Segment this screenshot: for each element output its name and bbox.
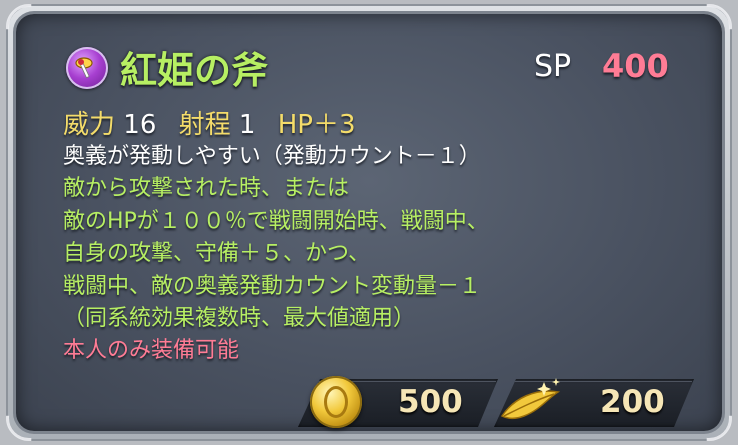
skill-title: 紅姫の斧 xyxy=(120,49,268,92)
description-line: 敵から攻撃された時、または xyxy=(63,176,350,202)
coin-cost-value: 500 xyxy=(398,384,463,420)
range-label: 射程 xyxy=(178,110,231,140)
gold-coin-icon xyxy=(310,376,362,428)
description-line: 戦闘中、敵の奥義発動カウント変動量－１ xyxy=(63,273,482,299)
skill-info-card: 紅姫の斧 SP 400 威力 16 射程 1 HP＋3 奥義が発動しやすい（発動… xyxy=(0,0,738,445)
range-value: 1 xyxy=(238,110,256,140)
sp-label: SP xyxy=(534,49,572,84)
description-line: （同系統効果複数時、最大値適用） xyxy=(63,306,416,332)
description-line: 奥義が発動しやすい（発動カウント－１） xyxy=(63,144,481,169)
sp-value: 400 xyxy=(602,47,669,85)
skill-description: 奥義が発動しやすい（発動カウント－１） 敵から攻撃された時、または 敵のHPが１… xyxy=(63,141,489,368)
hp-bonus: HP＋3 xyxy=(277,110,356,140)
description-line: 敵のHPが１００％で戦闘開始時、戦闘中、 xyxy=(63,208,489,234)
weapon-skill-icon xyxy=(66,47,108,89)
weapon-stats: 威力 16 射程 1 HP＋3 xyxy=(63,104,356,141)
might-label: 威力 xyxy=(63,110,116,140)
exclusive-note: 本人のみ装備可能 xyxy=(63,338,240,364)
description-line: 自身の攻撃、守備＋５、かつ、 xyxy=(63,241,371,267)
feather-cost-value: 200 xyxy=(600,384,665,420)
golden-feather-icon xyxy=(496,376,566,428)
might-value: 16 xyxy=(123,110,157,140)
